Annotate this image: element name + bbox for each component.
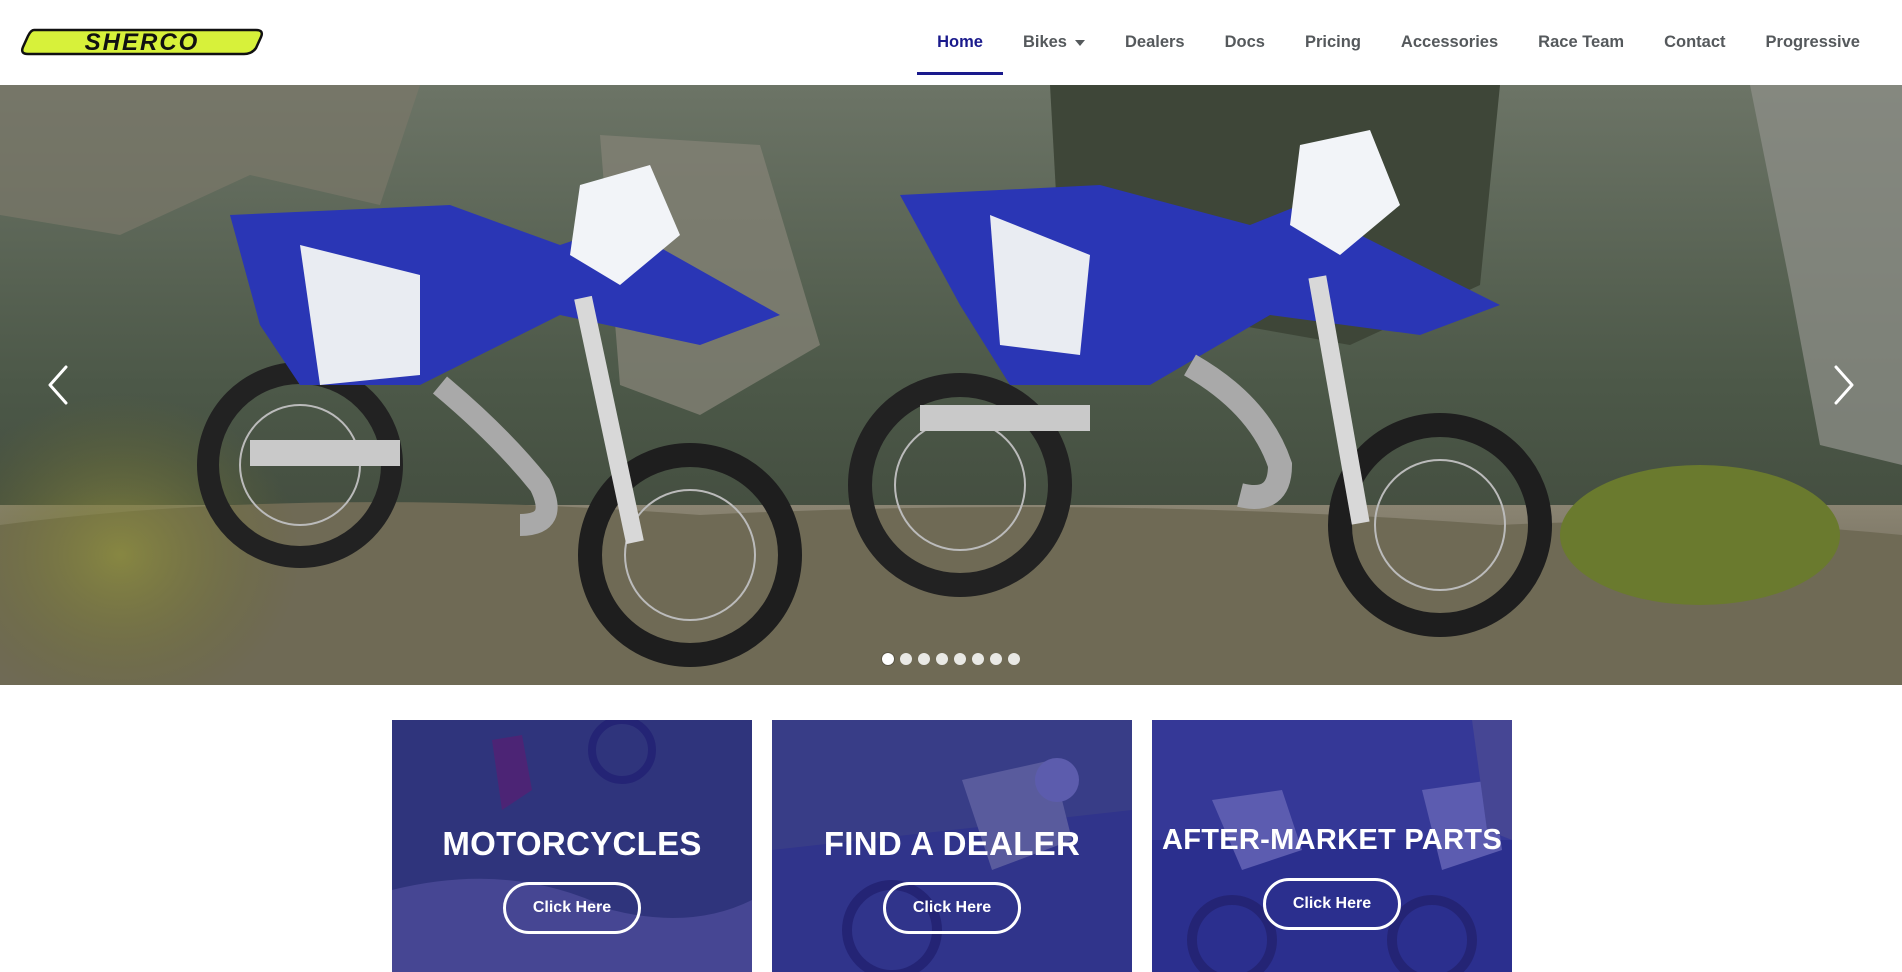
slider-dot[interactable] (990, 653, 1002, 665)
nav-pricing[interactable]: Pricing (1285, 11, 1381, 75)
slider-dot[interactable] (882, 653, 894, 665)
card-aftermarket-parts[interactable]: AFTER-MARKET PARTS Click Here (1152, 720, 1512, 972)
chevron-right-icon (1834, 365, 1854, 405)
slider-dot[interactable] (954, 653, 966, 665)
nav-docs[interactable]: Docs (1205, 11, 1285, 75)
slider-dot[interactable] (1008, 653, 1020, 665)
card-find-dealer-button[interactable]: Click Here (883, 882, 1021, 934)
nav-dealers-label: Dealers (1124, 33, 1185, 51)
nav-home-label: Home (937, 33, 983, 51)
nav-accessories[interactable]: Accessories (1381, 11, 1518, 75)
site-header: SHERCO Home Bikes Dealers Docs Pricing A… (0, 0, 1902, 85)
card-find-dealer-title: FIND A DEALER (823, 825, 1081, 862)
nav-race-team[interactable]: Race Team (1518, 11, 1644, 75)
nav-contact[interactable]: Contact (1644, 11, 1745, 75)
slider-dot[interactable] (972, 653, 984, 665)
svg-text:SHERCO: SHERCO (85, 29, 200, 56)
sherco-logo[interactable]: SHERCO (20, 28, 264, 56)
nav-pricing-label: Pricing (1304, 33, 1361, 51)
card-motorcycles[interactable]: MOTORCYCLES Click Here (392, 720, 752, 972)
feature-cards: MOTORCYCLES Click Here FIND A DEALER Cli… (392, 720, 1512, 972)
card-aftermarket-parts-title: AFTER-MARKET PARTS (1162, 824, 1502, 856)
nav-bikes-label: Bikes (1022, 33, 1067, 51)
nav-accessories-label: Accessories (1400, 33, 1499, 51)
slider-next-button[interactable] (1824, 355, 1864, 415)
card-motorcycles-title: MOTORCYCLES (442, 825, 702, 862)
card-aftermarket-parts-button[interactable]: Click Here (1263, 878, 1401, 930)
slider-dot[interactable] (936, 653, 948, 665)
nav-progressive-label: Progressive (1765, 33, 1860, 51)
nav-docs-label: Docs (1224, 33, 1265, 51)
slider-dot[interactable] (900, 653, 912, 665)
nav-home[interactable]: Home (917, 11, 1003, 75)
card-find-dealer[interactable]: FIND A DEALER Click Here (772, 720, 1132, 972)
hero-image (0, 85, 1902, 685)
slider-pagination (0, 653, 1902, 665)
nav-progressive[interactable]: Progressive (1746, 11, 1880, 75)
main-nav: Home Bikes Dealers Docs Pricing Accessor… (917, 0, 1880, 85)
nav-dealers[interactable]: Dealers (1105, 11, 1205, 75)
nav-race-team-label: Race Team (1538, 33, 1625, 51)
hero-slider (0, 85, 1902, 685)
nav-contact-label: Contact (1664, 33, 1726, 51)
card-motorcycles-button[interactable]: Click Here (503, 882, 641, 934)
slider-dot[interactable] (918, 653, 930, 665)
nav-bikes[interactable]: Bikes (1003, 11, 1105, 75)
slider-prev-button[interactable] (38, 355, 78, 415)
caret-down-icon (1074, 39, 1085, 46)
chevron-left-icon (48, 365, 68, 405)
